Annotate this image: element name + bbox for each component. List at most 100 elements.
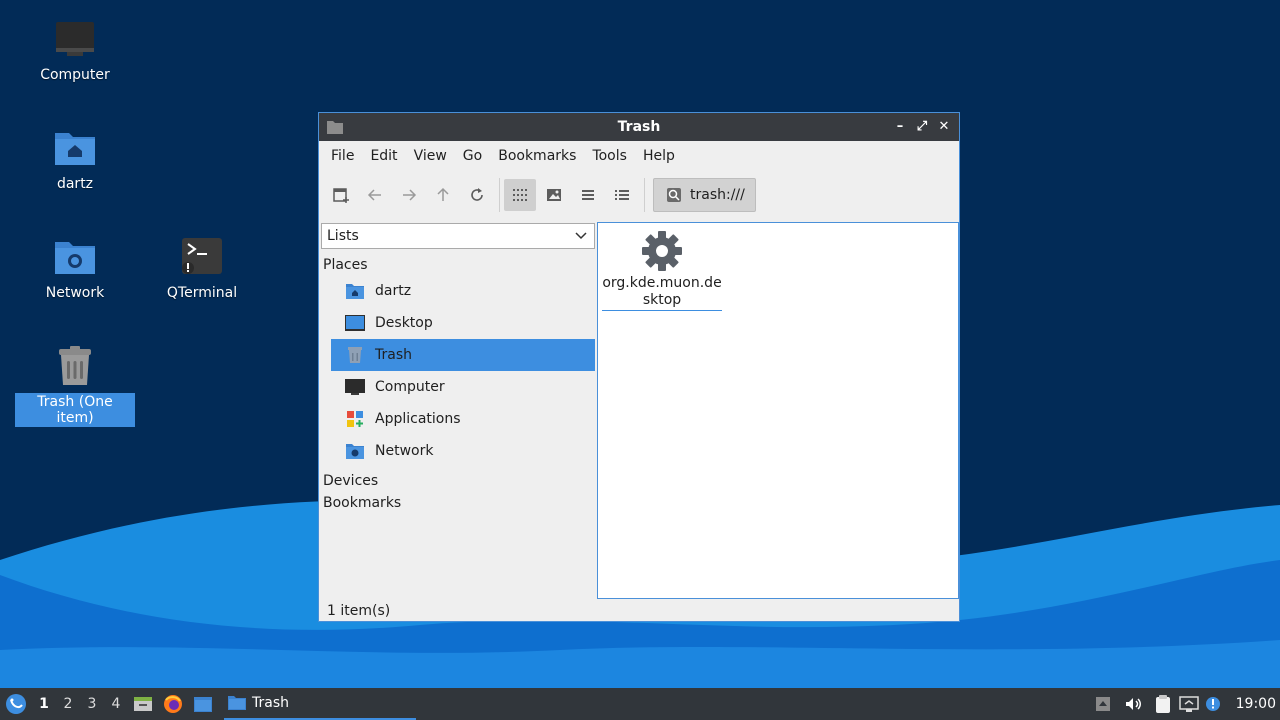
close-button[interactable]: ✕ <box>935 118 953 136</box>
side-pane: Lists Places dartz Desktop Trash Compute… <box>321 223 595 603</box>
new-tab-icon <box>333 188 349 203</box>
desktop-icon-trash[interactable]: Trash (One item) <box>15 345 135 427</box>
workspace-4[interactable]: 4 <box>104 696 128 712</box>
desktop-icon-qterminal[interactable]: QTerminal <box>142 236 262 302</box>
gear-icon <box>602 229 722 275</box>
desktop-icon-label: Computer <box>40 67 110 83</box>
places-item-desktop[interactable]: Desktop <box>331 307 595 339</box>
reload-button[interactable] <box>461 179 493 211</box>
task-label: Trash <box>252 695 289 711</box>
icon-view-button[interactable] <box>504 179 536 211</box>
desktop-icon-network[interactable]: Network <box>15 236 135 302</box>
window-title: Trash <box>617 119 661 135</box>
chevron-down-icon <box>574 228 588 246</box>
update-notifier-button[interactable] <box>1202 696 1224 712</box>
places-item-label: Desktop <box>375 315 433 331</box>
menu-bar: File Edit View Go Bookmarks Tools Help <box>319 141 959 171</box>
bookmarks-header[interactable]: Bookmarks <box>323 495 595 511</box>
new-tab-button[interactable] <box>325 179 357 211</box>
menu-go[interactable]: Go <box>457 148 488 164</box>
desktop-icon-computer[interactable]: Computer <box>15 18 135 84</box>
file-view[interactable]: org.kde.muon.desktop <box>597 222 959 599</box>
lubuntu-logo-icon <box>6 694 26 714</box>
desktop-icon-label: dartz <box>56 176 94 192</box>
file-manager-icon <box>134 697 152 711</box>
file-name: org.kde.muon.desktop <box>602 275 722 311</box>
file-item[interactable]: org.kde.muon.desktop <box>602 229 722 311</box>
back-button[interactable] <box>359 179 391 211</box>
detailed-view-button[interactable] <box>606 179 638 211</box>
toolbar-separator <box>499 178 500 212</box>
workspace-1[interactable]: 1 <box>32 696 56 712</box>
system-tray: 19:00 <box>1090 688 1280 720</box>
list-icon <box>582 190 594 200</box>
task-button-trash[interactable]: Trash <box>224 688 416 720</box>
tray-expand-button[interactable] <box>1090 696 1116 712</box>
home-folder-icon <box>345 281 365 301</box>
speaker-icon <box>1125 698 1141 710</box>
menu-view[interactable]: View <box>408 148 453 164</box>
folder-icon <box>228 696 246 710</box>
workspace-3[interactable]: 3 <box>80 696 104 712</box>
arrow-left-icon <box>367 189 381 201</box>
detailed-list-icon <box>615 190 629 200</box>
places-item-label: Trash <box>375 347 412 363</box>
menu-bookmarks[interactable]: Bookmarks <box>492 148 582 164</box>
menu-tools[interactable]: Tools <box>586 148 633 164</box>
menu-edit[interactable]: Edit <box>364 148 403 164</box>
clipboard-icon <box>1155 695 1170 713</box>
arrow-right-icon <box>403 189 417 201</box>
forward-button[interactable] <box>393 179 425 211</box>
volume-button[interactable] <box>1116 695 1150 713</box>
thumbnail-view-button[interactable] <box>538 179 570 211</box>
network-status-button[interactable] <box>1176 695 1202 713</box>
places-item-label: Computer <box>375 379 445 395</box>
file-manager-window: Trash – ⤢ ✕ File Edit View Go Bookmarks … <box>318 112 960 622</box>
minimize-button[interactable]: – <box>891 118 909 136</box>
show-desktop-button[interactable] <box>128 694 158 714</box>
up-button[interactable] <box>427 179 459 211</box>
applications-icon <box>345 409 365 429</box>
places-item-network[interactable]: Network <box>331 435 595 467</box>
places-item-computer[interactable]: Computer <box>331 371 595 403</box>
places-header[interactable]: Places <box>323 257 595 273</box>
desktop-icon <box>345 313 365 333</box>
side-pane-mode-select[interactable]: Lists <box>321 223 595 249</box>
places-item-label: dartz <box>375 283 412 299</box>
devices-header[interactable]: Devices <box>323 473 595 489</box>
menu-help[interactable]: Help <box>637 148 681 164</box>
trash-icon <box>53 345 97 389</box>
trash-icon <box>345 345 365 365</box>
path-button[interactable]: trash:/// <box>653 178 756 212</box>
window-titlebar[interactable]: Trash – ⤢ ✕ <box>319 113 959 141</box>
places-item-dartz[interactable]: dartz <box>331 275 595 307</box>
desktop-icon-dartz[interactable]: dartz <box>15 127 135 193</box>
folder-launcher[interactable] <box>188 695 218 713</box>
places-item-applications[interactable]: Applications <box>331 403 595 435</box>
compact-view-button[interactable] <box>572 179 604 211</box>
computer-icon <box>345 377 365 397</box>
path-label: trash:/// <box>690 187 745 203</box>
network-folder-icon <box>345 441 365 461</box>
image-icon <box>547 189 561 201</box>
app-menu-button[interactable] <box>0 688 32 720</box>
firefox-launcher[interactable] <box>158 694 188 714</box>
folder-icon <box>194 697 212 712</box>
network-icon <box>1178 696 1199 712</box>
clipboard-button[interactable] <box>1150 694 1176 714</box>
arrow-up-icon <box>1095 697 1110 711</box>
computer-icon <box>53 18 97 62</box>
desktop-icon-label: Trash (One item) <box>15 393 135 427</box>
workspace-2[interactable]: 2 <box>56 696 80 712</box>
reload-icon <box>471 188 483 201</box>
places-item-trash[interactable]: Trash <box>331 339 595 371</box>
places-item-label: Applications <box>375 411 461 427</box>
network-folder-icon <box>53 236 97 280</box>
maximize-button[interactable]: ⤢ <box>913 118 931 136</box>
home-folder-icon <box>53 127 97 171</box>
toolbar-separator <box>644 178 645 212</box>
search-icon <box>667 188 681 202</box>
menu-file[interactable]: File <box>325 148 360 164</box>
firefox-icon <box>164 695 182 713</box>
clock[interactable]: 19:00 <box>1236 696 1276 712</box>
